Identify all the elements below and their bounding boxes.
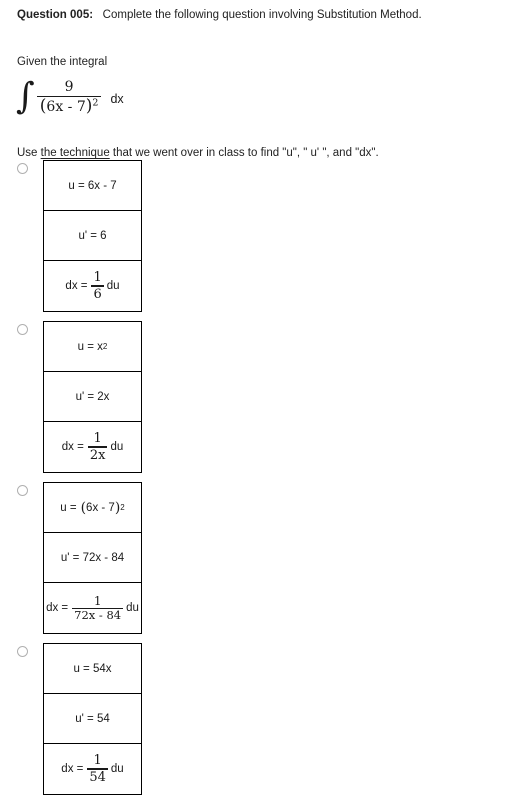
option-c-dx-denominator: 72x - 84 <box>74 607 122 622</box>
option-a-u-prime-text: u' = 6 <box>78 229 107 242</box>
option-a-dx-lead: dx = <box>65 279 88 292</box>
option-b-dx-trail: du <box>110 440 124 453</box>
option-c-cells: u =(6x - 7) 2 u' = 72x - 84 dx = 1 72x - … <box>43 482 142 634</box>
integrand-denominator: (6x - 7)2 <box>37 97 102 116</box>
option-b-u-expression: u = x2 <box>77 340 108 353</box>
option-a-dx-denominator: 6 <box>93 286 102 302</box>
question-prompt: Question 005: Complete the following que… <box>17 8 422 22</box>
integral-sign-icon: ∫ <box>16 76 35 118</box>
option-a-dx-trail: du <box>106 279 120 292</box>
option-c-dx-expression: dx = 1 72x - 84 du <box>46 595 139 622</box>
integral-expression: ∫ 9 (6x - 7)2 dx <box>16 76 124 118</box>
option-c-dx-trail: du <box>126 601 139 614</box>
answer-option-d[interactable]: u = 54x u' = 54 dx = 1 54 du <box>0 643 513 798</box>
answer-option-b[interactable]: u = x2 u' = 2x dx = 1 2x du <box>0 321 513 476</box>
option-d-dx-cell[interactable]: dx = 1 54 du <box>44 744 141 794</box>
option-c-u-prime-text: u' = 72x - 84 <box>60 551 125 564</box>
question-prompt-text: Complete the following question involvin… <box>102 9 422 21</box>
integrand-numerator: 9 <box>64 79 74 95</box>
option-c-u-expression: u =(6x - 7) 2 <box>60 499 125 516</box>
radio-button-option-c[interactable] <box>17 485 28 496</box>
given-integral-label: Given the integral <box>17 56 108 68</box>
option-a-u-prime-cell[interactable]: u' = 6 <box>44 211 141 261</box>
option-b-dx-cell[interactable]: dx = 1 2x du <box>44 422 141 472</box>
option-d-dx-denominator: 54 <box>89 769 106 785</box>
option-d-dx-numerator: 1 <box>93 753 102 769</box>
option-c-u-cell[interactable]: u =(6x - 7) 2 <box>44 483 141 533</box>
option-a-u-cell[interactable]: u = 6x - 7 <box>44 161 141 211</box>
option-b-u-prime-cell[interactable]: u' = 2x <box>44 372 141 422</box>
option-c-u-prime-cell[interactable]: u' = 72x - 84 <box>44 533 141 583</box>
option-b-dx-expression: dx = 1 2x du <box>62 432 123 461</box>
option-c-dx-cell[interactable]: dx = 1 72x - 84 du <box>44 583 141 633</box>
option-c-dx-numerator: 1 <box>93 593 102 608</box>
option-c-dx-lead: dx = <box>46 601 69 614</box>
option-d-dx-expression: dx = 1 54 du <box>61 754 123 783</box>
answer-option-a[interactable]: u = 6x - 7 u' = 6 dx = 1 6 du <box>0 160 513 315</box>
option-a-dx-expression: dx = 1 6 du <box>65 271 119 300</box>
option-a-cells: u = 6x - 7 u' = 6 dx = 1 6 du <box>43 160 142 312</box>
option-c-u-lead: u = <box>60 501 77 514</box>
option-b-dx-numerator: 1 <box>93 431 102 447</box>
integral-differential: dx <box>110 92 124 107</box>
option-d-u-prime-text: u' = 54 <box>75 712 110 725</box>
radio-button-option-b[interactable] <box>17 324 28 335</box>
option-d-dx-fraction: 1 54 <box>87 753 108 785</box>
radio-button-option-d[interactable] <box>17 646 28 657</box>
option-d-u-text: u = 54x <box>73 662 112 675</box>
option-b-dx-fraction: 1 2x <box>87 431 108 463</box>
option-b-dx-lead: dx = <box>61 440 84 453</box>
option-d-cells: u = 54x u' = 54 dx = 1 54 du <box>43 643 142 795</box>
option-a-u-text: u = 6x - 7 <box>68 179 117 192</box>
option-c-paren-content: 6x - 7 <box>86 501 115 514</box>
option-d-dx-trail: du <box>110 762 124 775</box>
option-d-u-prime-cell[interactable]: u' = 54 <box>44 694 141 744</box>
denominator-base: 6x - 7 <box>46 99 86 116</box>
answer-option-c[interactable]: u =(6x - 7) 2 u' = 72x - 84 dx = 1 72x - … <box>0 482 513 637</box>
option-b-u-prime-text: u' = 2x <box>75 390 110 403</box>
option-c-dx-fraction: 1 72x - 84 <box>72 593 124 622</box>
instruction-suffix: that we went over in class to find "u", … <box>109 147 379 159</box>
option-a-dx-numerator: 1 <box>93 270 102 286</box>
option-b-cells: u = x2 u' = 2x dx = 1 2x du <box>43 321 142 473</box>
option-a-dx-fraction: 1 6 <box>91 270 104 302</box>
answer-options-list: u = 6x - 7 u' = 6 dx = 1 6 du u = x 2 u'… <box>0 160 513 804</box>
question-number-label: Question 005: <box>17 9 94 21</box>
instruction-text: Use the technique that we went over in c… <box>17 146 379 160</box>
option-a-dx-cell[interactable]: dx = 1 6 du <box>44 261 141 311</box>
instruction-underlined-phrase: the technique <box>40 147 110 159</box>
option-b-u-cell[interactable]: u = x2 <box>44 322 141 372</box>
denominator-exponent: 2 <box>92 97 99 109</box>
option-b-dx-denominator: 2x <box>89 447 106 463</box>
option-b-u-base: u = x <box>77 340 103 353</box>
instruction-prefix: Use <box>17 147 41 159</box>
option-d-u-cell[interactable]: u = 54x <box>44 644 141 694</box>
option-d-dx-lead: dx = <box>61 762 84 775</box>
radio-button-option-a[interactable] <box>17 163 28 174</box>
integrand-fraction: 9 (6x - 7)2 <box>36 79 102 116</box>
